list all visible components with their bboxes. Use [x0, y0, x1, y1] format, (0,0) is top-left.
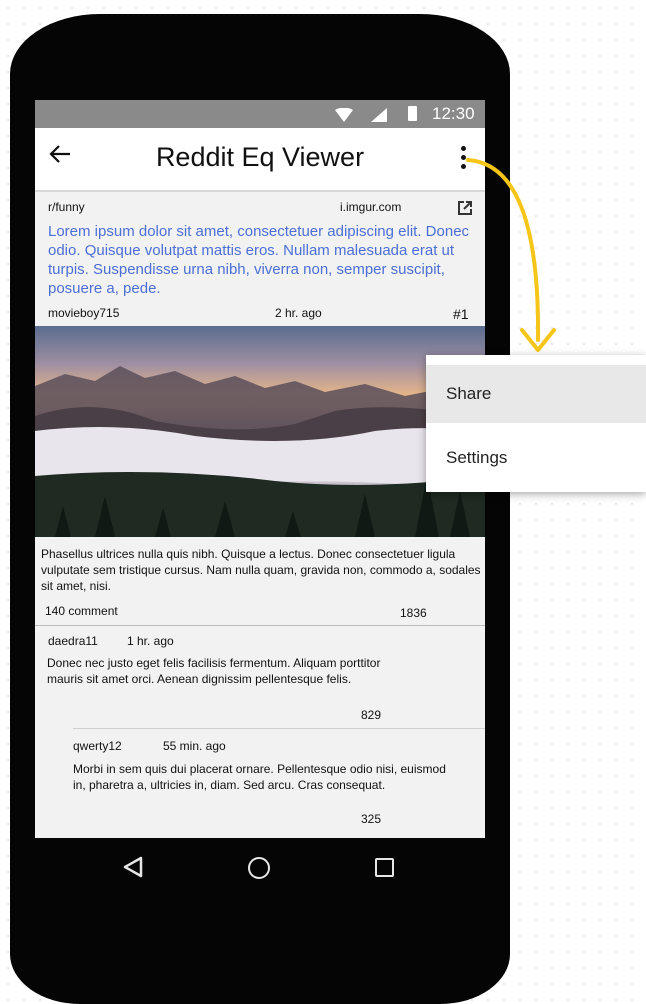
menu-item-settings[interactable]: Settings [426, 429, 646, 487]
annotation-arrow [466, 158, 556, 352]
menu-item-share[interactable]: Share [426, 365, 646, 423]
menu-item-label: Settings [446, 448, 508, 467]
menu-item-label: Share [446, 384, 492, 403]
overflow-menu: Share Settings [426, 355, 646, 492]
